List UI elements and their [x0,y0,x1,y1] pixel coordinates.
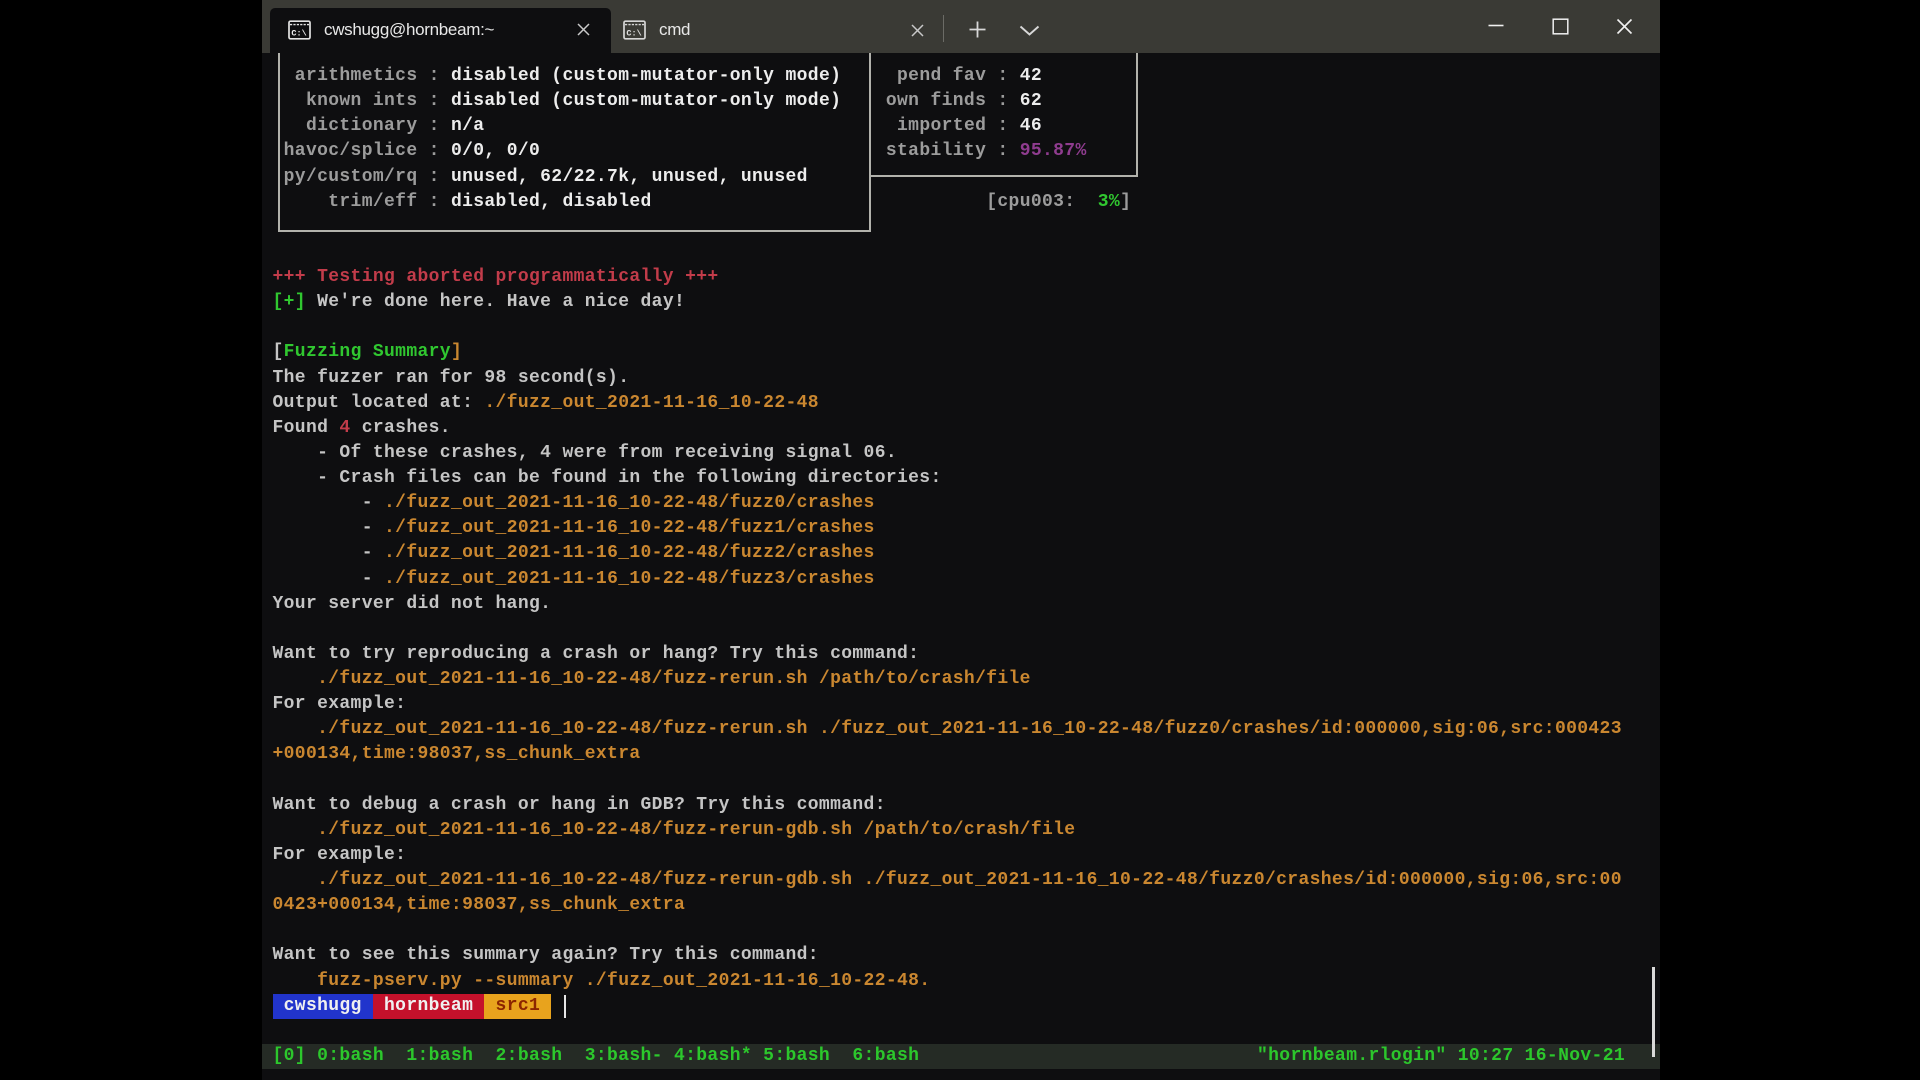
svg-text:C:\: C:\ [291,29,306,39]
svg-text:C:\: C:\ [626,29,641,39]
